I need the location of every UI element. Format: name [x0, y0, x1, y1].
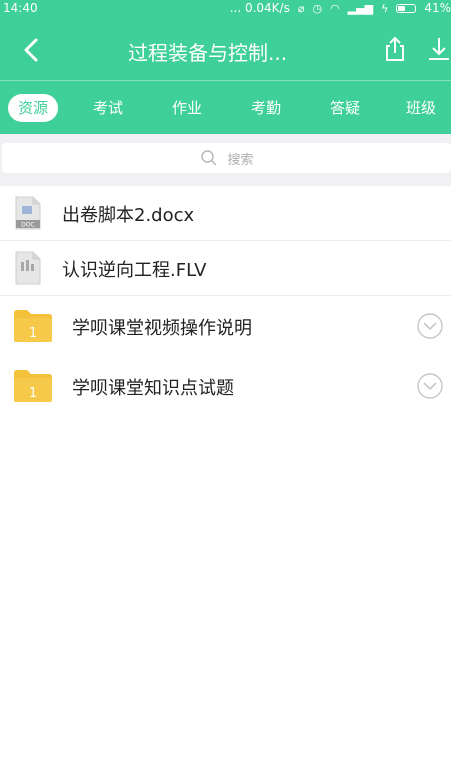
page-title: 过程装备与控制... [128, 41, 288, 65]
status-bar: 14:40 ... 0.04K/s ⌀ ◷ ◠ ▂▄▆ ϟ 41% [0, 0, 451, 18]
list-item[interactable]: 认识逆向工程.FLV [0, 241, 451, 296]
charging-icon: ϟ [381, 1, 389, 15]
video-file-icon [15, 251, 41, 285]
tab-class[interactable]: 班级 [406, 88, 436, 128]
search-section: 搜索 [0, 134, 451, 186]
folder-badge: 1 [29, 326, 37, 341]
app-header: 14:40 ... 0.04K/s ⌀ ◷ ◠ ▂▄▆ ϟ 41% 过程装备与控… [0, 0, 451, 134]
folder-name: 学呗课堂知识点试题 [72, 378, 234, 399]
list-item[interactable]: DOC 出卷脚本2.docx [0, 186, 451, 241]
battery-icon [396, 3, 417, 13]
tab-attendance[interactable]: 考勤 [251, 88, 281, 128]
search-placeholder: 搜索 [227, 152, 254, 168]
tab-qa[interactable]: 答疑 [330, 88, 360, 128]
expand-chevron-icon[interactable] [416, 312, 444, 340]
resource-list: DOC 出卷脚本2.docx 认识逆向工程.FLV 1 学呗课堂视频操作说明 1 [0, 186, 451, 416]
mute-icon: ⌀ [297, 1, 305, 15]
header-divider [0, 80, 451, 81]
download-icon[interactable] [425, 35, 451, 63]
tab-exam[interactable]: 考试 [93, 88, 123, 128]
status-time: 14:40 [3, 1, 38, 15]
svg-text:DOC: DOC [21, 222, 35, 229]
wifi-icon: ◠ [330, 1, 340, 15]
folder-item[interactable]: 1 学呗课堂知识点试题 [0, 356, 451, 416]
file-name: 认识逆向工程.FLV [62, 260, 207, 281]
doc-file-icon: DOC [15, 196, 41, 230]
folder-name: 学呗课堂视频操作说明 [72, 318, 252, 339]
network-speed: ... 0.04K/s [229, 1, 290, 15]
status-right: ... 0.04K/s ⌀ ◷ ◠ ▂▄▆ ϟ 41% [230, 1, 451, 15]
search-input[interactable]: 搜索 [2, 143, 451, 173]
back-arrow-icon[interactable] [16, 34, 48, 66]
navbar: 过程装备与控制... [0, 24, 451, 76]
alarm-icon: ◷ [312, 1, 323, 15]
tab-homework[interactable]: 作业 [172, 88, 202, 128]
file-name: 出卷脚本2.docx [62, 205, 195, 226]
folder-icon: 1 [14, 370, 52, 402]
tab-bar: 资源 考试 作业 考勤 答疑 班级 [0, 88, 451, 128]
signal-icon: ▂▄▆ [347, 1, 374, 15]
expand-chevron-icon[interactable] [416, 372, 444, 400]
share-icon[interactable] [381, 35, 409, 63]
folder-icon: 1 [14, 310, 52, 342]
folder-badge: 1 [29, 386, 37, 401]
battery-percent: 41% [424, 1, 451, 15]
search-icon [201, 150, 217, 166]
tab-resources[interactable]: 资源 [8, 94, 59, 122]
folder-item[interactable]: 1 学呗课堂视频操作说明 [0, 296, 451, 356]
